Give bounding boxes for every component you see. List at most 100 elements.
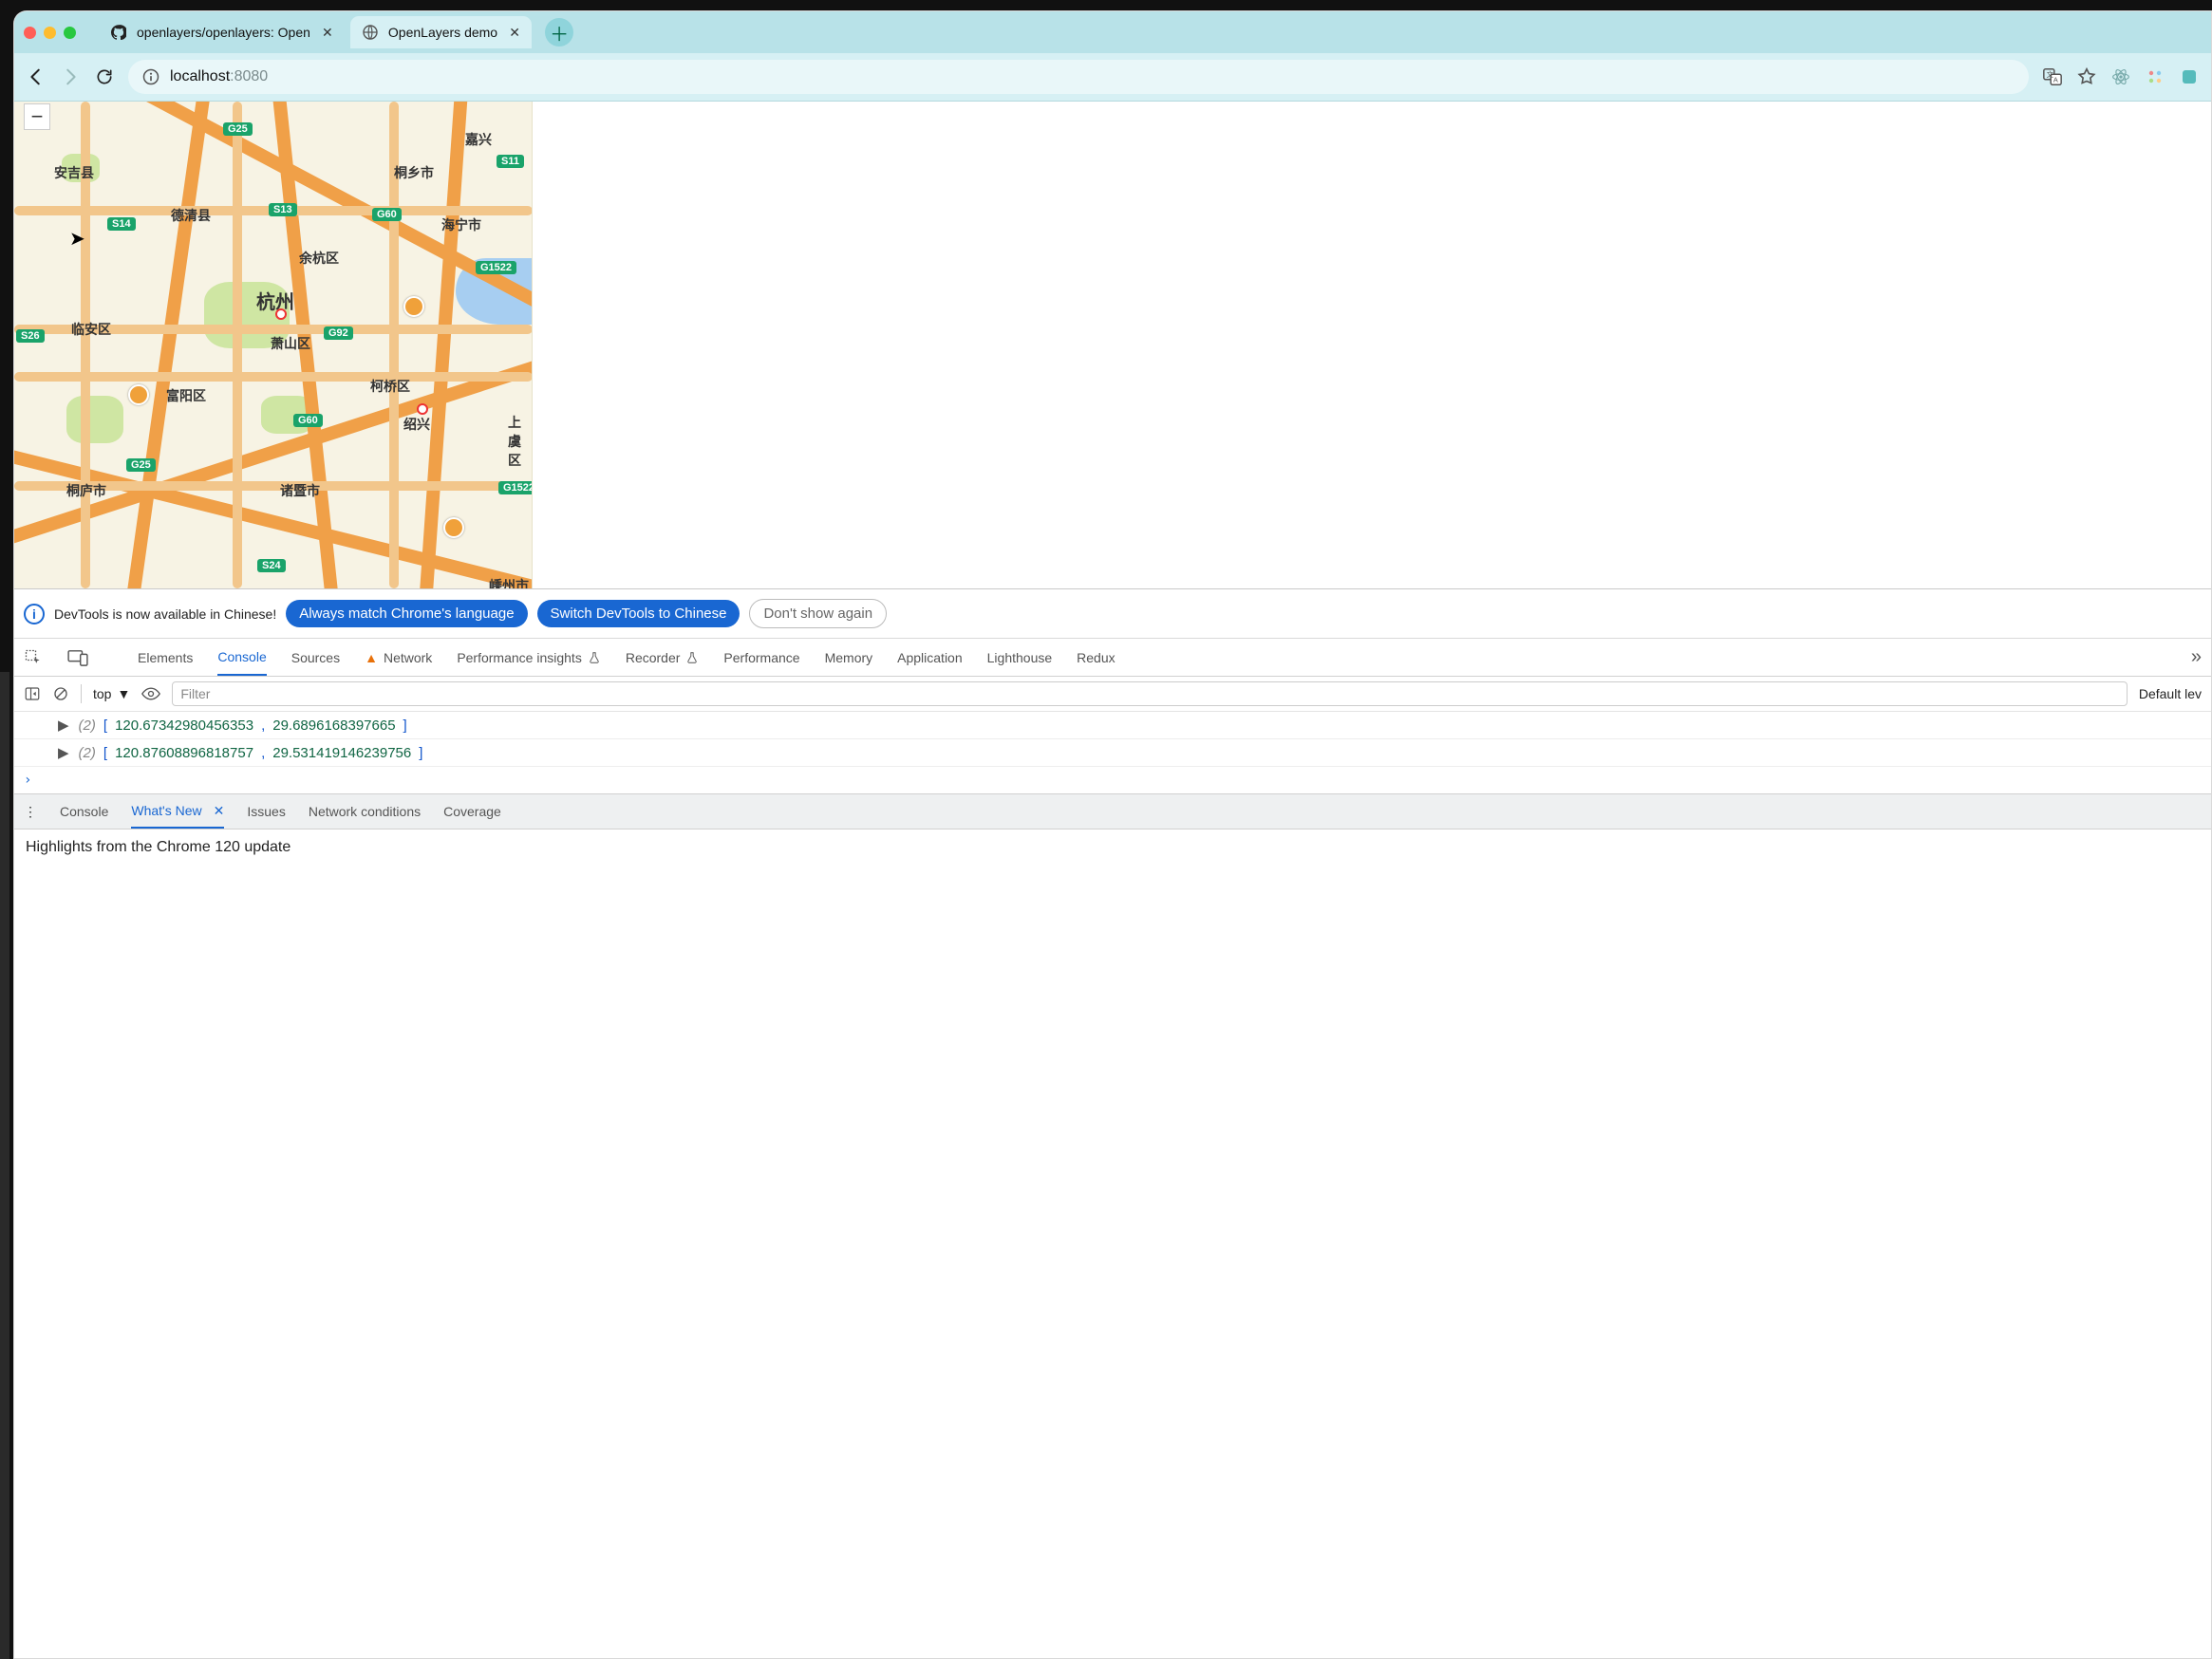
tab-performance[interactable]: Performance	[723, 639, 799, 676]
url-host: localhost	[170, 68, 230, 84]
devtools-locale-banner: i DevTools is now available in Chinese! …	[14, 589, 2211, 639]
map-city-label: 临安区	[71, 320, 111, 339]
bookmark-star-icon[interactable]	[2076, 66, 2097, 87]
new-tab-button[interactable]: ＋	[545, 18, 573, 47]
translate-icon[interactable]: 文A	[2042, 66, 2063, 87]
mouse-cursor-icon: ➤	[69, 227, 85, 251]
road-badge: G60	[372, 208, 402, 221]
window-traffic-lights[interactable]	[24, 27, 76, 39]
map-city-label: 桐庐市	[66, 481, 106, 500]
console-prompt[interactable]: ›	[14, 767, 2211, 793]
close-tab-icon[interactable]: ✕	[320, 25, 335, 40]
device-toolbar-icon[interactable]	[67, 649, 88, 666]
road-badge: S24	[257, 559, 286, 572]
road-badge: S13	[269, 203, 297, 216]
tab-openlayers-demo[interactable]: OpenLayers demo ✕	[350, 16, 532, 48]
drawer-tab-network-conditions[interactable]: Network conditions	[309, 794, 421, 829]
drawer-tab-coverage[interactable]: Coverage	[443, 794, 501, 829]
expand-icon[interactable]: ▶	[58, 744, 69, 761]
banner-switch-language-button[interactable]: Switch DevTools to Chinese	[537, 600, 740, 627]
road-badge: S14	[107, 217, 136, 231]
minimize-window-button[interactable]	[44, 27, 56, 39]
close-icon[interactable]: ✕	[214, 803, 225, 819]
console-log-row[interactable]: ▶ (2) [120.67342980456353, 29.6896168397…	[14, 712, 2211, 739]
console-log-row[interactable]: ▶ (2) [120.87608896818757, 29.5314191462…	[14, 739, 2211, 767]
road-badge: S26	[16, 329, 45, 343]
map-feature-marker[interactable]	[403, 296, 424, 317]
expand-icon[interactable]: ▶	[58, 717, 69, 734]
drawer-tab-console[interactable]: Console	[60, 794, 108, 829]
globe-icon	[362, 24, 379, 41]
map-feature-marker[interactable]	[443, 517, 464, 538]
whats-new-headline: Highlights from the Chrome 120 update	[26, 839, 291, 855]
flask-icon	[588, 651, 601, 664]
clear-console-icon[interactable]	[52, 685, 69, 702]
inspect-element-icon[interactable]	[24, 648, 43, 667]
more-tabs-icon[interactable]: »	[2191, 646, 2202, 668]
map-road	[233, 102, 242, 588]
map-city-label: 安吉县	[54, 163, 94, 182]
live-expression-icon[interactable]	[141, 687, 160, 700]
console-toolbar: top▼ Filter Default lev	[14, 677, 2211, 712]
road-badge: G1522	[476, 261, 516, 274]
url-field[interactable]: localhost:8080	[128, 60, 2029, 94]
extension-icon[interactable]	[2145, 66, 2165, 87]
page-viewport: − ➤ 杭州 绍兴 嘉兴 桐乡市	[14, 102, 2211, 588]
close-tab-icon[interactable]: ✕	[507, 25, 522, 40]
openlayers-map[interactable]: − ➤ 杭州 绍兴 嘉兴 桐乡市	[14, 102, 533, 588]
road-badge: G1522	[498, 481, 533, 494]
tab-application[interactable]: Application	[897, 639, 963, 676]
site-info-icon[interactable]	[141, 67, 160, 86]
road-badge: G25	[126, 458, 156, 472]
tab-openlayers-repo[interactable]: openlayers/openlayers: Open ✕	[99, 16, 345, 48]
back-button[interactable]	[26, 66, 47, 87]
map-feature-marker[interactable]	[128, 384, 149, 405]
console-filter-input[interactable]: Filter	[172, 681, 2128, 706]
close-window-button[interactable]	[24, 27, 36, 39]
tab-lighthouse[interactable]: Lighthouse	[987, 639, 1053, 676]
extension-icon[interactable]	[2179, 66, 2200, 87]
tab-redux[interactable]: Redux	[1077, 639, 1115, 676]
road-badge: S11	[497, 155, 524, 168]
map-city-label: 桐乡市	[394, 163, 434, 182]
banner-always-match-button[interactable]: Always match Chrome's language	[286, 600, 527, 627]
map-road	[124, 102, 212, 588]
tab-recorder[interactable]: Recorder	[626, 639, 700, 676]
banner-text: DevTools is now available in Chinese!	[54, 606, 276, 622]
map-city-label: 余杭区	[299, 249, 339, 268]
devtools-panel: i DevTools is now available in Chinese! …	[14, 588, 2211, 866]
drawer-menu-icon[interactable]: ⋮	[24, 804, 37, 820]
maximize-window-button[interactable]	[64, 27, 76, 39]
tab-sources[interactable]: Sources	[291, 639, 340, 676]
road-badge: G60	[293, 414, 323, 427]
banner-dont-show-button[interactable]: Don't show again	[749, 599, 887, 628]
flask-icon	[685, 651, 699, 664]
map-center-pin-icon	[275, 308, 287, 320]
reload-button[interactable]	[94, 66, 115, 87]
github-icon	[110, 24, 127, 41]
map-city-label: 柯桥区	[370, 377, 410, 396]
chrome-window: openlayers/openlayers: Open ✕ OpenLayers…	[13, 10, 2212, 1659]
map-road	[14, 372, 533, 382]
tab-network[interactable]: ▲Network	[365, 639, 432, 676]
context-selector[interactable]: top▼	[93, 686, 130, 701]
toggle-sidebar-icon[interactable]	[24, 685, 41, 702]
svg-text:A: A	[2053, 76, 2058, 84]
drawer-tab-issues[interactable]: Issues	[247, 794, 285, 829]
tab-performance-insights[interactable]: Performance insights	[457, 639, 601, 676]
tab-console[interactable]: Console	[217, 639, 266, 676]
tab-elements[interactable]: Elements	[138, 639, 193, 676]
map-city-label: 萧山区	[271, 334, 310, 353]
tab-memory[interactable]: Memory	[825, 639, 873, 676]
log-levels-selector[interactable]: Default lev	[2139, 686, 2202, 701]
map-park	[66, 396, 123, 443]
forward-button[interactable]	[60, 66, 81, 87]
map-city-label: 杭州	[256, 287, 294, 314]
map-zoom-out-button[interactable]: −	[24, 103, 50, 130]
map-city-label: 诸暨市	[280, 481, 320, 500]
map-city-label: 绍兴	[403, 415, 430, 434]
map-city-label: 海宁市	[441, 215, 481, 234]
warning-icon: ▲	[365, 650, 378, 665]
drawer-tab-whats-new[interactable]: What's New ✕	[131, 794, 224, 829]
extension-react-icon[interactable]	[2110, 66, 2131, 87]
